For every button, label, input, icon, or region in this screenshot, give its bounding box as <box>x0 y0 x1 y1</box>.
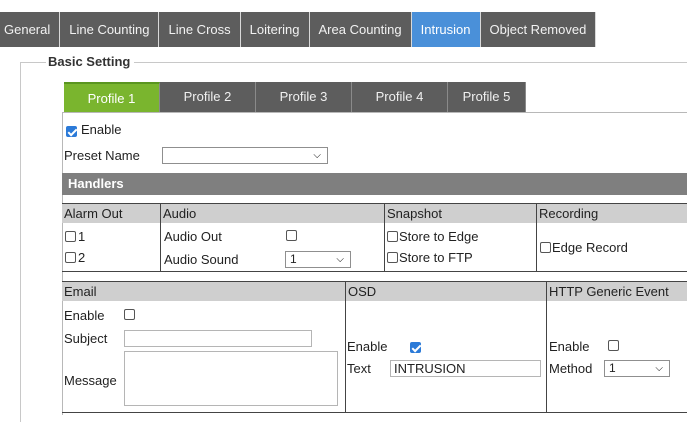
email-header: Email <box>62 282 345 301</box>
tab-area-counting[interactable]: Area Counting <box>309 12 412 47</box>
detection-tabbar: General Line Counting Line Cross Loiteri… <box>0 12 687 47</box>
store-ftp-label: Store to FTP <box>399 250 473 265</box>
tab-profile-4[interactable]: Profile 4 <box>352 82 448 112</box>
alarm-out-2-label: 2 <box>78 250 86 265</box>
edge-record-checkbox[interactable] <box>540 242 551 253</box>
alarm-out-1-checkbox[interactable] <box>65 231 76 242</box>
preset-name-label: Preset Name <box>64 148 140 163</box>
http-enable-label: Enable <box>549 339 590 354</box>
store-ftp-checkbox[interactable] <box>387 252 398 263</box>
tab-loitering[interactable]: Loitering <box>240 12 310 47</box>
chevron-down-icon: ⌵ <box>655 363 663 374</box>
osd-text-input[interactable]: INTRUSION <box>390 360 541 377</box>
alarm-out-2-checkbox[interactable] <box>65 252 76 263</box>
alarm-out-header: Alarm Out <box>62 204 160 223</box>
table-divider <box>345 281 346 412</box>
table-divider <box>384 203 385 271</box>
basic-setting-title: Basic Setting <box>46 54 135 69</box>
preset-name-select[interactable]: ⌵ <box>162 147 328 164</box>
edge-record-label: Edge Record <box>552 240 628 255</box>
tab-profile-1[interactable]: Profile 1 <box>64 82 160 112</box>
tab-line-cross[interactable]: Line Cross <box>159 12 241 47</box>
http-method-select[interactable]: 1 ⌵ <box>604 360 670 377</box>
http-enable-checkbox[interactable] <box>608 340 619 351</box>
http-event-header: HTTP Generic Event <box>547 282 687 301</box>
chevron-down-icon: ⌵ <box>336 254 344 265</box>
table-divider <box>536 203 537 271</box>
tab-profile-5[interactable]: Profile 5 <box>448 82 526 112</box>
table-border <box>62 281 687 282</box>
table-divider <box>546 281 547 412</box>
email-message-label: Message <box>64 373 117 388</box>
audio-out-checkbox[interactable] <box>286 230 297 241</box>
tab-profile-3[interactable]: Profile 3 <box>256 82 352 112</box>
handlers-header: Handlers <box>62 173 687 195</box>
osd-enable-label: Enable <box>347 339 388 354</box>
email-subject-label: Subject <box>64 331 108 346</box>
table-divider <box>160 203 161 271</box>
store-edge-checkbox[interactable] <box>387 231 398 242</box>
audio-sound-value: 1 <box>290 252 297 266</box>
audio-sound-select[interactable]: 1 ⌵ <box>285 251 351 268</box>
email-message-textarea[interactable] <box>124 351 338 406</box>
chevron-down-icon: ⌵ <box>313 150 321 161</box>
http-method-label: Method <box>549 361 593 376</box>
recording-header: Recording <box>537 204 687 223</box>
audio-header: Audio <box>161 204 384 223</box>
osd-enable-checkbox[interactable] <box>409 342 421 353</box>
enable-checkbox[interactable] <box>66 126 77 137</box>
tab-general[interactable]: General <box>0 12 61 47</box>
tab-object-removed[interactable]: Object Removed <box>480 12 597 47</box>
tab-intrusion[interactable]: Intrusion <box>411 12 481 47</box>
enable-label: Enable <box>81 122 122 137</box>
store-edge-label: Store to Edge <box>399 229 479 244</box>
table-border <box>62 203 687 204</box>
snapshot-header: Snapshot <box>385 204 536 223</box>
profile-tabs: Profile 1 Profile 2 Profile 3 Profile 4 … <box>64 82 526 112</box>
table-border <box>62 271 687 272</box>
osd-text-label: Text <box>347 361 371 376</box>
table-border <box>62 412 687 413</box>
tab-line-counting[interactable]: Line Counting <box>60 12 160 47</box>
email-subject-input[interactable] <box>124 330 312 347</box>
audio-sound-label: Audio Sound <box>164 252 239 267</box>
tab-profile-2[interactable]: Profile 2 <box>160 82 256 112</box>
osd-header: OSD <box>346 282 546 301</box>
email-enable-label: Enable <box>64 308 105 323</box>
alarm-out-1-label: 1 <box>78 229 86 244</box>
http-method-value: 1 <box>609 361 616 375</box>
email-enable-checkbox[interactable] <box>124 309 135 320</box>
audio-out-label: Audio Out <box>164 229 222 244</box>
